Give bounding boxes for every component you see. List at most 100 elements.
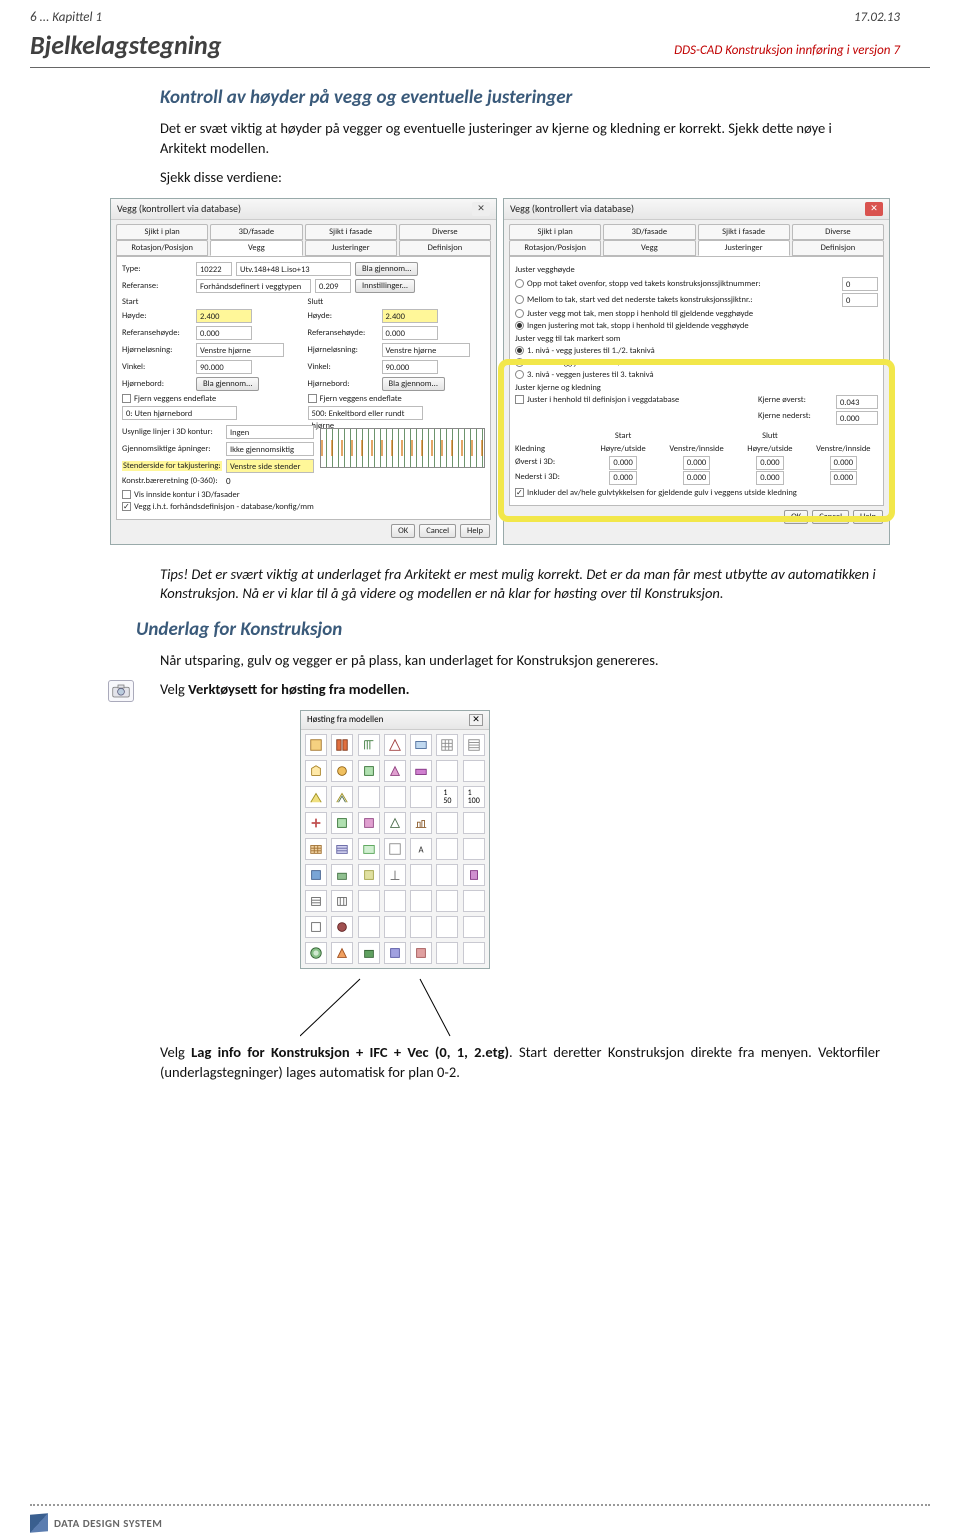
slutt-hjorne-select[interactable]: Venstre hjørne xyxy=(382,343,470,357)
slutt-fjern-chk[interactable] xyxy=(308,394,317,403)
gjen-select[interactable]: Ikke gjennomsiktig xyxy=(226,442,314,456)
start-refh-input[interactable]: 0.000 xyxy=(196,326,252,340)
tool-icon[interactable] xyxy=(410,890,432,912)
start-hjorne-select[interactable]: Venstre hjørne xyxy=(196,343,284,357)
tool-icon[interactable]: 150 xyxy=(436,786,458,808)
inkl-chk[interactable] xyxy=(515,488,524,497)
rb2-radio[interactable] xyxy=(515,358,524,367)
tool-icon[interactable] xyxy=(463,864,485,886)
tool-lag-info-button[interactable] xyxy=(305,942,327,964)
tool-icon[interactable] xyxy=(384,812,406,834)
close-icon[interactable]: ✕ xyxy=(472,202,490,216)
tool-icon[interactable] xyxy=(331,734,353,756)
tool-icon[interactable] xyxy=(410,812,432,834)
tool-icon[interactable] xyxy=(463,916,485,938)
tab-sjikt-i-fasade[interactable]: Sjikt i fasade xyxy=(698,224,790,240)
ra2-num[interactable]: 0 xyxy=(842,293,878,307)
ok-button[interactable]: OK xyxy=(784,510,808,524)
cancel-button[interactable]: Cancel xyxy=(812,510,849,524)
tool-icon[interactable] xyxy=(384,760,406,782)
tool-icon[interactable] xyxy=(384,916,406,938)
tool-icon[interactable] xyxy=(410,786,432,808)
tab-diverse[interactable]: Diverse xyxy=(792,224,884,240)
close-icon[interactable]: ✕ xyxy=(865,202,883,216)
tab-sjikt-i-plan[interactable]: Sjikt i plan xyxy=(116,224,208,240)
tool-icon[interactable] xyxy=(305,812,327,834)
tool-icon[interactable] xyxy=(358,942,380,964)
tool-icon[interactable] xyxy=(463,734,485,756)
rb3-radio[interactable] xyxy=(515,370,524,379)
start-fjern-chk[interactable] xyxy=(122,394,131,403)
vis-kontur-chk[interactable] xyxy=(122,490,131,499)
tab-3d-fasade[interactable]: 3D/fasade xyxy=(603,224,695,240)
slutt-vinkel-input[interactable]: 90.000 xyxy=(382,360,438,374)
ne-4[interactable]: 0.000 xyxy=(830,471,857,485)
tool-icon[interactable] xyxy=(410,916,432,938)
help-button[interactable]: Help xyxy=(853,510,883,524)
tool-icon[interactable] xyxy=(305,916,327,938)
tool-icon[interactable] xyxy=(358,760,380,782)
stender-select[interactable]: Venstre side stender xyxy=(226,459,314,473)
tool-icon[interactable]: 1100 xyxy=(463,786,485,808)
tool-icon[interactable] xyxy=(463,942,485,964)
ov-2[interactable]: 0.000 xyxy=(683,456,710,470)
tool-icon[interactable] xyxy=(384,734,406,756)
referanse-num[interactable]: 0.209 xyxy=(315,279,351,293)
start-vinkel-input[interactable]: 90.000 xyxy=(196,360,252,374)
close-icon[interactable]: ✕ xyxy=(469,714,483,726)
tab-rotasjon-posisjon[interactable]: Rotasjon/Posisjon xyxy=(509,240,601,256)
ra2-radio[interactable] xyxy=(515,295,524,304)
kjerne-ne-input[interactable]: 0.000 xyxy=(836,411,878,425)
help-button[interactable]: Help xyxy=(460,524,490,538)
tab-rotasjon-posisjon[interactable]: Rotasjon/Posisjon xyxy=(116,240,208,256)
tool-icon[interactable] xyxy=(384,942,406,964)
tab-diverse[interactable]: Diverse xyxy=(399,224,491,240)
start-uten-select[interactable]: 0: Uten hjørnebord xyxy=(122,406,237,420)
tool-icon[interactable] xyxy=(305,786,327,808)
tool-icon[interactable] xyxy=(436,890,458,912)
tool-icon[interactable] xyxy=(331,864,353,886)
tool-icon[interactable] xyxy=(358,890,380,912)
ov-1[interactable]: 0.000 xyxy=(609,456,636,470)
slutt-hoyde-input[interactable]: 2.400 xyxy=(382,309,438,323)
start-hjornebord-button[interactable]: Bla gjennom... xyxy=(196,377,259,391)
bla-gjennom-button[interactable]: Bla gjennom... xyxy=(355,262,418,276)
tab-vegg[interactable]: Vegg xyxy=(603,240,695,256)
ra1-num[interactable]: 0 xyxy=(842,277,878,291)
chkC-chk[interactable] xyxy=(515,395,524,404)
tool-icon[interactable] xyxy=(410,942,432,964)
tab-justeringer[interactable]: Justeringer xyxy=(698,240,790,256)
slutt-enkelt-select[interactable]: 500: Enkeltbord eller rundt hjørne xyxy=(308,406,423,420)
tab-sjikt-i-fasade[interactable]: Sjikt i fasade xyxy=(305,224,397,240)
rb1-radio[interactable] xyxy=(515,346,524,355)
tool-icon[interactable] xyxy=(305,760,327,782)
tool-icon[interactable] xyxy=(463,760,485,782)
tool-icon[interactable] xyxy=(410,864,432,886)
tool-icon[interactable] xyxy=(358,734,380,756)
tool-icon[interactable] xyxy=(358,812,380,834)
tool-icon[interactable] xyxy=(331,838,353,860)
tool-icon[interactable] xyxy=(384,838,406,860)
ra3-radio[interactable] xyxy=(515,309,524,318)
tool-icon[interactable] xyxy=(331,916,353,938)
slutt-refh-input[interactable]: 0.000 xyxy=(382,326,438,340)
tool-icon[interactable] xyxy=(384,786,406,808)
tool-icon[interactable] xyxy=(463,838,485,860)
tool-icon[interactable] xyxy=(358,864,380,886)
tool-icon[interactable] xyxy=(305,838,327,860)
ov-4[interactable]: 0.000 xyxy=(830,456,857,470)
tool-icon[interactable] xyxy=(410,734,432,756)
referanse-select[interactable]: Forhåndsdefinert i veggtypen xyxy=(196,279,311,293)
tool-icon[interactable] xyxy=(305,734,327,756)
tool-icon[interactable] xyxy=(384,890,406,912)
tool-icon[interactable] xyxy=(331,812,353,834)
tool-icon[interactable] xyxy=(436,864,458,886)
ne-3[interactable]: 0.000 xyxy=(756,471,783,485)
ov-3[interactable]: 0.000 xyxy=(756,456,783,470)
ok-button[interactable]: OK xyxy=(391,524,415,538)
cancel-button[interactable]: Cancel xyxy=(419,524,456,538)
tool-icon[interactable] xyxy=(331,942,353,964)
usyn-select[interactable]: Ingen xyxy=(226,425,314,439)
tool-icon[interactable] xyxy=(331,890,353,912)
tool-icon[interactable] xyxy=(436,838,458,860)
